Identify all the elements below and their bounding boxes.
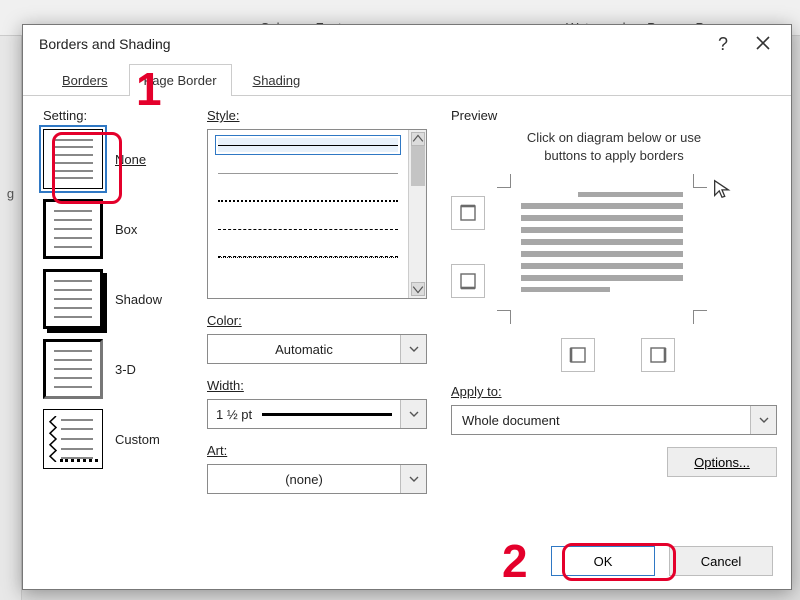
color-combo[interactable]: Automatic [207, 334, 427, 364]
style-option-dashed[interactable] [218, 222, 398, 236]
tab-page-border[interactable]: Page Border [129, 64, 232, 96]
chevron-down-icon [750, 406, 776, 434]
options-button[interactable]: Options... [667, 447, 777, 477]
tab-shading[interactable]: Shading [238, 64, 316, 96]
scroll-down-icon[interactable] [411, 282, 425, 296]
dialog-footer: OK Cancel [23, 533, 791, 589]
setting-3d[interactable]: 3-D [43, 339, 183, 399]
setting-shadow[interactable]: Shadow [43, 269, 183, 329]
chevron-down-icon [400, 335, 426, 363]
color-label: Color: [207, 313, 427, 328]
tab-bar: Borders Page Border Shading [23, 63, 791, 96]
style-heading: Style: [207, 108, 427, 123]
width-label: Width: [207, 378, 427, 393]
chevron-down-icon [400, 400, 426, 428]
close-button[interactable] [743, 30, 783, 58]
border-bottom-button[interactable] [451, 264, 485, 298]
tab-borders[interactable]: Borders [47, 64, 123, 96]
setting-custom-label: Custom [115, 432, 160, 447]
style-option-dashdot[interactable] [218, 250, 398, 264]
style-listbox[interactable] [207, 129, 427, 299]
preview-diagram[interactable] [497, 174, 707, 324]
setting-custom[interactable]: Custom [43, 409, 183, 469]
cancel-button[interactable]: Cancel [669, 546, 773, 576]
scroll-thumb[interactable] [411, 146, 425, 186]
setting-box[interactable]: Box [43, 199, 183, 259]
width-preview-line [262, 413, 392, 416]
preview-heading: Preview [451, 108, 777, 123]
help-button[interactable] [703, 30, 743, 58]
close-icon [756, 36, 770, 53]
style-option-thin[interactable] [218, 166, 398, 180]
cursor-icon [711, 178, 733, 203]
style-option-dotted[interactable] [218, 194, 398, 208]
apply-to-label: Apply to: [451, 384, 777, 399]
art-combo[interactable]: (none) [207, 464, 427, 494]
art-value: (none) [285, 472, 323, 487]
scroll-up-icon[interactable] [411, 132, 425, 146]
apply-to-combo[interactable]: Whole document [451, 405, 777, 435]
chevron-down-icon [400, 465, 426, 493]
apply-to-value: Whole document [452, 413, 750, 428]
art-label: Art: [207, 443, 427, 458]
setting-none-label: None [115, 152, 146, 167]
style-scrollbar[interactable] [408, 130, 426, 298]
titlebar: Borders and Shading [23, 25, 791, 63]
border-right-button[interactable] [641, 338, 675, 372]
setting-3d-label: 3-D [115, 362, 136, 377]
border-left-button[interactable] [561, 338, 595, 372]
setting-shadow-label: Shadow [115, 292, 162, 307]
style-option-solid[interactable] [218, 138, 398, 152]
dialog-title: Borders and Shading [39, 36, 703, 52]
setting-box-label: Box [115, 222, 137, 237]
width-combo[interactable]: 1 ½ pt [207, 399, 427, 429]
borders-shading-dialog: Borders and Shading Borders Page Border … [22, 24, 792, 590]
width-value: 1 ½ pt [216, 407, 252, 422]
setting-none[interactable]: None [43, 129, 183, 189]
color-value: Automatic [275, 342, 333, 357]
background-side: g [0, 36, 22, 600]
ok-button[interactable]: OK [551, 546, 655, 576]
setting-heading: Setting: [43, 108, 183, 123]
border-top-button[interactable] [451, 196, 485, 230]
preview-hint: Click on diagram below or usebuttons to … [451, 129, 777, 164]
